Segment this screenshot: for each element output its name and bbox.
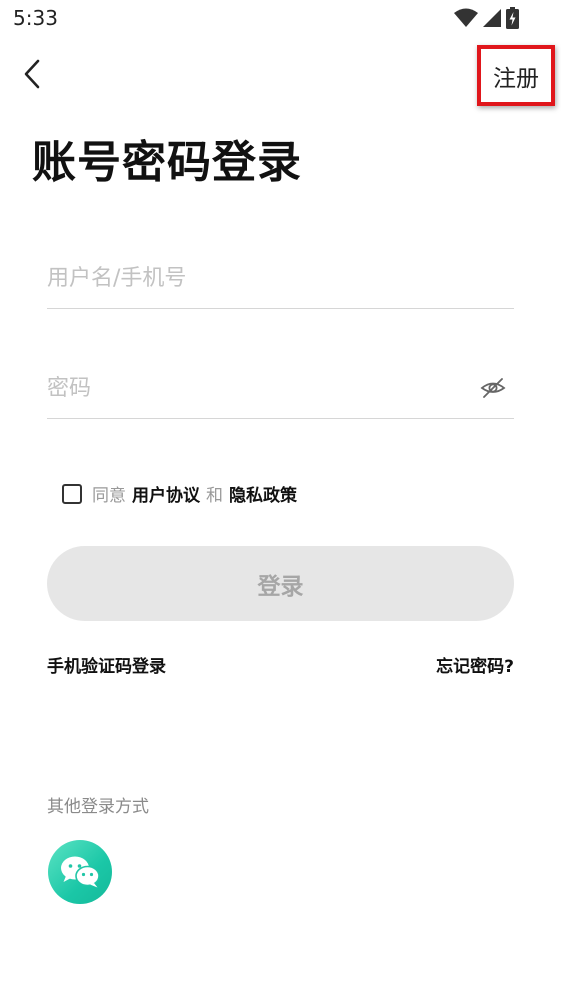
back-button[interactable] bbox=[14, 56, 50, 92]
password-field bbox=[47, 358, 514, 419]
status-icons bbox=[454, 7, 519, 29]
back-arrow-icon bbox=[24, 59, 40, 89]
username-field bbox=[47, 248, 514, 309]
status-bar: 5:33 bbox=[0, 0, 561, 38]
agreement-prefix: 同意 bbox=[92, 486, 126, 506]
eye-hidden-icon[interactable] bbox=[480, 375, 506, 401]
password-input[interactable] bbox=[47, 366, 467, 410]
user-agreement-link[interactable]: 用户协议 bbox=[132, 481, 200, 506]
register-button[interactable]: 注册 bbox=[477, 45, 555, 106]
signal-icon bbox=[483, 9, 501, 27]
forgot-password-link[interactable]: 忘记密码? bbox=[436, 652, 514, 677]
agreement-conjunction: 和 bbox=[206, 486, 223, 506]
page-title: 账号密码登录 bbox=[32, 137, 302, 188]
wifi-icon bbox=[454, 8, 478, 27]
sms-login-link[interactable]: 手机验证码登录 bbox=[47, 652, 166, 677]
wechat-icon bbox=[61, 856, 100, 888]
wechat-login-button[interactable] bbox=[48, 840, 112, 904]
other-login-label: 其他登录方式 bbox=[47, 797, 149, 817]
username-input[interactable] bbox=[47, 256, 467, 300]
login-screen: 5:33 注册 账号密码登录 用户名/手机号 同意 用户协议 和 隐私政策 登录… bbox=[0, 0, 561, 999]
privacy-policy-link[interactable]: 隐私政策 bbox=[229, 481, 297, 506]
agreement-checkbox[interactable] bbox=[62, 483, 82, 504]
login-button[interactable]: 登录 bbox=[47, 546, 514, 621]
agreement-row: 同意 用户协议 和 隐私政策 bbox=[62, 481, 303, 506]
status-time: 5:33 bbox=[13, 6, 58, 30]
battery-icon bbox=[506, 7, 519, 29]
